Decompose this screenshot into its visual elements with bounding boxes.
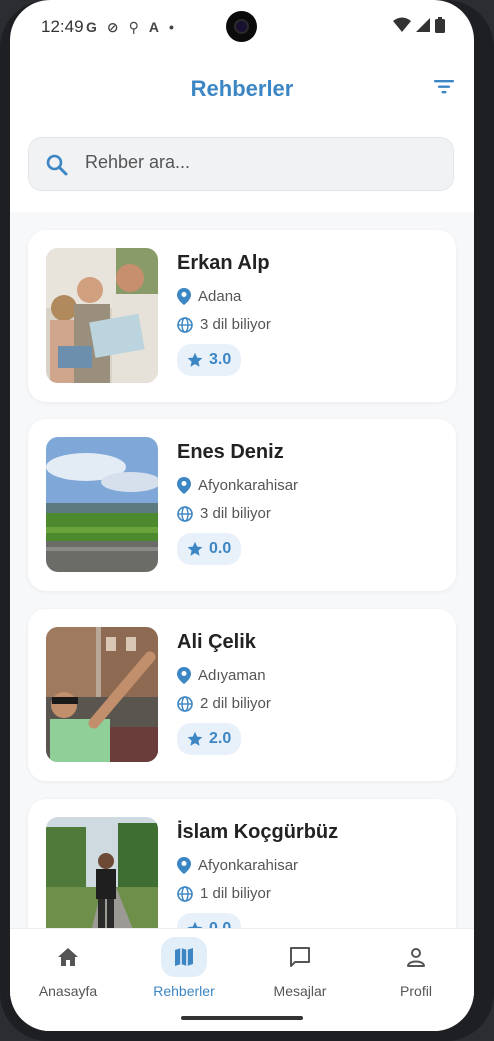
- guide-name: Erkan Alp: [177, 252, 270, 274]
- guide-location: Adıyaman: [177, 667, 266, 684]
- search-icon: [46, 154, 68, 176]
- rating-value: 3.0: [209, 351, 232, 368]
- guide-location: Adana: [177, 288, 241, 305]
- guide-list[interactable]: Erkan Alp Adana 3 dil biliyor 3.0 Enes D…: [10, 212, 474, 928]
- guide-card[interactable]: Ali Çelik Adıyaman 2 dil biliyor 2.0: [28, 609, 456, 781]
- guide-card[interactable]: Erkan Alp Adana 3 dil biliyor 3.0: [28, 230, 456, 402]
- status-time: 12:49: [41, 17, 84, 36]
- rating-value: 2.0: [209, 730, 232, 747]
- search-input[interactable]: [85, 152, 425, 173]
- star-icon: [187, 921, 203, 928]
- guide-photo: [46, 817, 158, 928]
- rating-badge: 2.0: [177, 723, 242, 755]
- map-icon: [175, 948, 193, 966]
- location-pin-icon: [177, 857, 191, 874]
- google-icon: G: [86, 19, 97, 35]
- rating-badge: 0.0: [177, 533, 242, 565]
- guide-location: Afyonkarahisar: [177, 477, 298, 494]
- guide-location: Afyonkarahisar: [177, 857, 298, 874]
- person-icon: [407, 948, 425, 967]
- filter-button[interactable]: [432, 76, 462, 100]
- globe-icon: [177, 316, 193, 333]
- guide-card[interactable]: İslam Koçgürbüz Afyonkarahisar 1 dil bil…: [28, 799, 456, 928]
- guide-photo: [46, 248, 158, 383]
- guide-name: Enes Deniz: [177, 441, 284, 463]
- globe-icon: [177, 885, 193, 902]
- status-notification-icons: G ⊘ ⚲ A •: [86, 16, 174, 38]
- rating-badge: 3.0: [177, 344, 242, 376]
- wifi-icon: [393, 17, 411, 32]
- battery-icon: [435, 17, 445, 33]
- guide-languages: 1 dil biliyor: [177, 885, 271, 902]
- page-title: Rehberler: [190, 76, 294, 101]
- guide-city: Afyonkarahisar: [198, 477, 299, 494]
- star-icon: [187, 731, 203, 746]
- nav-item-profile[interactable]: Profil: [358, 937, 474, 999]
- guide-photo: [46, 437, 158, 572]
- nav-label: Profil: [400, 983, 432, 999]
- phone-screen: 12:49 G ⊘ ⚲ A • Rehberler Rehber ara... …: [10, 0, 474, 1031]
- nav-label: Rehberler: [153, 983, 215, 999]
- guide-language-count: 3 dil biliyor: [200, 316, 271, 333]
- mic-icon: ⚲: [128, 18, 139, 35]
- guide-photo: [46, 627, 158, 762]
- guide-city: Adana: [198, 288, 242, 305]
- location-pin-icon: [177, 477, 191, 494]
- signal-icon: [416, 18, 430, 32]
- status-bar: 12:49 G ⊘ ⚲ A •: [10, 0, 474, 56]
- dot-icon: •: [169, 19, 174, 35]
- home-icon: [58, 948, 78, 966]
- location-pin-icon: [177, 667, 191, 684]
- guide-languages: 3 dil biliyor: [177, 505, 271, 522]
- guide-languages: 3 dil biliyor: [177, 316, 271, 333]
- front-camera: [226, 11, 257, 42]
- app-bar: Rehberler: [10, 60, 474, 116]
- location-pin-icon: [177, 288, 191, 305]
- guide-language-count: 2 dil biliyor: [200, 695, 271, 712]
- guide-language-count: 3 dil biliyor: [200, 505, 271, 522]
- globe-icon: [177, 505, 193, 522]
- home-indicator[interactable]: [181, 1016, 303, 1020]
- nav-item-home[interactable]: Anasayfa: [10, 937, 126, 999]
- nav-item-messages[interactable]: Mesajlar: [242, 937, 358, 999]
- guide-language-count: 1 dil biliyor: [200, 885, 271, 902]
- rating-badge: 0.0: [177, 913, 242, 928]
- guide-city: Adıyaman: [198, 667, 266, 684]
- guide-name: Ali Çelik: [177, 631, 256, 653]
- filter-icon: [434, 80, 454, 94]
- guide-languages: 2 dil biliyor: [177, 695, 271, 712]
- guide-city: Afyonkarahisar: [198, 857, 299, 874]
- chat-icon: [290, 947, 310, 967]
- shield-icon: ⊘: [106, 18, 119, 35]
- star-icon: [187, 352, 203, 367]
- guide-name: İslam Koçgürbüz: [177, 821, 339, 843]
- nav-item-guides[interactable]: Rehberler: [126, 937, 242, 999]
- text-icon: A: [148, 19, 160, 35]
- rating-value: 0.0: [209, 540, 232, 557]
- nav-label: Anasayfa: [38, 983, 98, 999]
- guide-card[interactable]: Enes Deniz Afyonkarahisar 3 dil biliyor …: [28, 419, 456, 591]
- search-bar[interactable]: [28, 137, 454, 191]
- star-icon: [187, 541, 203, 556]
- status-system-icons: [393, 17, 445, 33]
- nav-label: Mesajlar: [273, 983, 327, 999]
- globe-icon: [177, 695, 193, 712]
- rating-value: 0.0: [209, 920, 231, 928]
